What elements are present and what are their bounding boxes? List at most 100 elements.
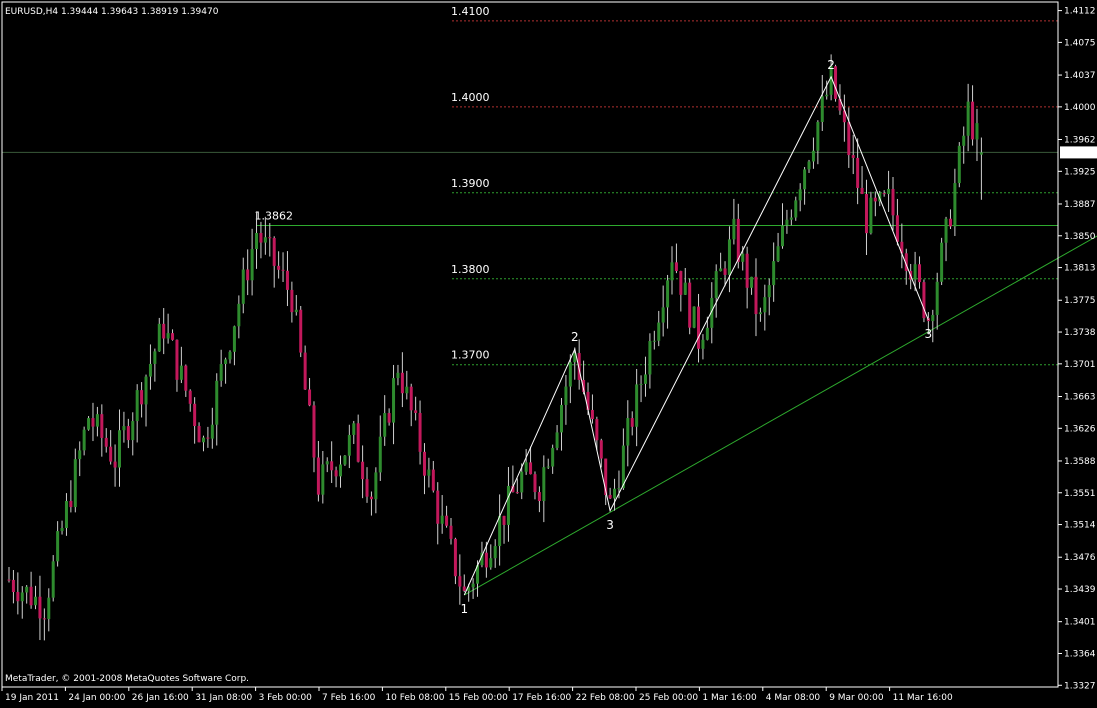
copyright-label: MetaTrader, © 2001-2008 MetaQuotes Softw… <box>5 674 249 684</box>
x-tick-label: 1 Mar 16:00 <box>702 693 757 703</box>
candle-body <box>860 187 864 194</box>
candle-body <box>60 528 64 532</box>
candle-body <box>312 405 316 458</box>
candle-body <box>237 303 241 327</box>
candle-body <box>184 365 188 391</box>
candle-body <box>294 309 298 313</box>
y-tick-label: 1.3775 <box>1064 296 1096 306</box>
candle-body <box>7 579 11 581</box>
candle-body <box>639 383 643 385</box>
candle-body <box>175 339 179 380</box>
y-tick-label: 1.3364 <box>1064 649 1096 659</box>
candle-body <box>232 326 236 352</box>
y-tick-label: 1.4000 <box>1064 103 1096 113</box>
y-tick-label: 1.3551 <box>1064 489 1096 499</box>
candle-body <box>303 352 307 390</box>
resistance-label: 1.3862 <box>255 209 294 222</box>
candle-body <box>856 157 860 188</box>
candle-body <box>241 269 245 304</box>
candle-body <box>670 262 674 281</box>
candle-body <box>661 307 665 323</box>
candle-body <box>688 282 692 328</box>
candle-body <box>719 268 723 272</box>
candle-body <box>445 515 449 526</box>
candle-body <box>944 218 948 243</box>
candle-body <box>626 418 630 446</box>
y-tick-label: 1.3327 <box>1064 681 1096 691</box>
candle-body <box>816 121 820 151</box>
candle-body <box>56 531 60 562</box>
candle-body <box>714 271 718 298</box>
candle-body <box>546 466 550 468</box>
candle-body <box>400 372 404 394</box>
candle-body <box>316 457 320 495</box>
wave-label: 1 <box>460 602 468 616</box>
candle-body <box>887 188 891 195</box>
candle-body <box>568 362 572 387</box>
candle-body <box>869 197 873 234</box>
chart-window[interactable]: 1.4100 1.4000 1.3900 1.3800 1.3700 1.3862 1 2… <box>0 0 1097 704</box>
candle-body <box>34 596 38 606</box>
x-tick-label: 19 Jan 2011 <box>5 693 59 703</box>
x-tick-label: 15 Feb 00:00 <box>449 693 508 703</box>
candle-body <box>206 437 210 439</box>
candle-body <box>745 253 749 288</box>
candle-body <box>268 237 272 239</box>
candle-body <box>776 246 780 262</box>
candle-body <box>953 183 957 227</box>
candle-body <box>392 378 396 423</box>
candle-body <box>767 285 771 298</box>
candle-body <box>87 418 91 430</box>
candle-body <box>25 586 29 593</box>
candle-body <box>697 306 701 349</box>
x-tick-label: 7 Feb 16:00 <box>322 693 376 703</box>
y-tick-label: 1.3439 <box>1064 585 1096 595</box>
candle-body <box>166 333 170 339</box>
candle-body <box>723 268 727 275</box>
candle-body <box>118 430 121 468</box>
candle-body <box>193 403 197 427</box>
y-tick-label: 1.4075 <box>1064 38 1096 48</box>
candle-body <box>957 145 961 184</box>
candle-body <box>250 249 254 281</box>
y-tick-label: 1.3925 <box>1064 167 1096 177</box>
candle-body <box>64 500 68 529</box>
candle-body <box>418 412 422 452</box>
candle-body <box>259 232 263 243</box>
candle-body <box>498 515 502 547</box>
price-chart[interactable]: 1.4100 1.4000 1.3900 1.3800 1.3700 1.3862 1 2… <box>0 0 1097 704</box>
candle-body <box>750 276 754 288</box>
candle-body <box>228 351 232 360</box>
candle-body <box>436 490 440 524</box>
x-tick-label: 26 Jan 16:00 <box>132 693 189 703</box>
candle-body <box>299 309 303 353</box>
candle-body <box>387 413 391 423</box>
candle-body <box>613 488 617 499</box>
candle-body <box>352 423 356 435</box>
level-label: 1.3800 <box>451 263 490 276</box>
candle-body <box>51 561 55 598</box>
x-tick-label: 9 Mar 00:00 <box>829 693 884 703</box>
candle-body <box>104 437 108 447</box>
wave-label: 3 <box>606 518 614 532</box>
candle-body <box>374 472 378 500</box>
candle-body <box>679 271 683 295</box>
candle-body <box>16 592 20 602</box>
candle-body <box>727 239 731 275</box>
candle-body <box>285 270 289 290</box>
candle-body <box>617 488 621 490</box>
candle-body <box>895 215 899 242</box>
wave-count: 1 2 3 2 3 <box>460 58 932 616</box>
candle-body <box>171 333 175 340</box>
candle-body <box>533 474 537 493</box>
candle-body <box>803 169 807 190</box>
candle-body <box>807 161 811 170</box>
candle-body <box>781 225 784 247</box>
candle-body <box>431 469 435 491</box>
candle-body <box>82 429 86 451</box>
candle-body <box>560 404 563 433</box>
candle-body <box>427 469 431 476</box>
candle-body <box>405 386 409 394</box>
candle-body <box>162 323 166 339</box>
candle-body <box>272 237 276 266</box>
